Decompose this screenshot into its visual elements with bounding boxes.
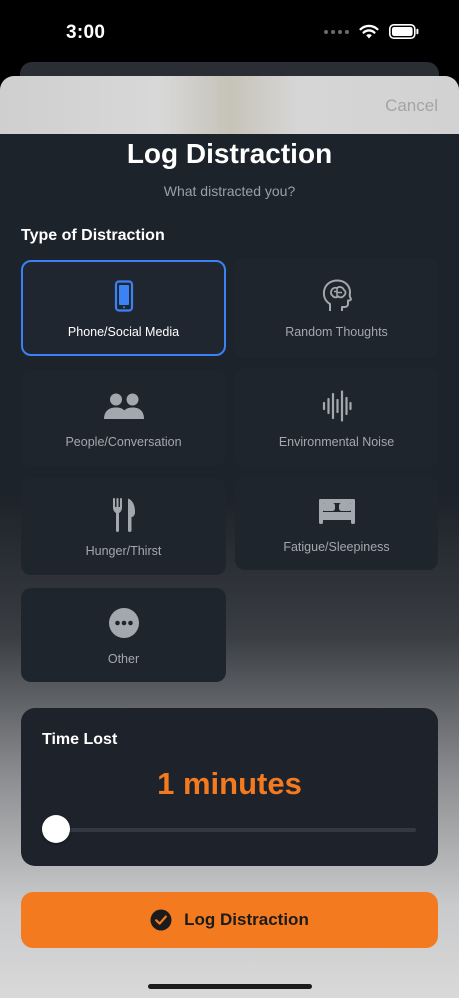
wifi-icon	[359, 24, 379, 39]
status-icons	[324, 24, 419, 39]
time-lost-slider-track[interactable]	[43, 828, 416, 832]
option-label: Phone/Social Media	[67, 325, 180, 339]
bed-icon	[318, 492, 356, 530]
distraction-option-hunger-thirst[interactable]: Hunger/Thirst	[21, 478, 226, 575]
time-lost-card: Time Lost 1 minutes	[21, 708, 438, 866]
log-distraction-label: Log Distraction	[184, 910, 309, 929]
log-distraction-button[interactable]: Log Distraction	[21, 892, 438, 948]
distraction-option-environmental-noise[interactable]: Environmental Noise	[235, 368, 438, 468]
fork-knife-icon	[112, 496, 136, 534]
battery-icon	[389, 24, 419, 39]
time-lost-value: 1 minutes	[157, 766, 302, 801]
time-lost-label: Time Lost	[42, 731, 118, 748]
page-title: Log Distraction	[126, 138, 333, 169]
distraction-option-people-conversation[interactable]: People/Conversation	[21, 370, 226, 466]
people-icon	[103, 387, 145, 425]
phone-icon	[114, 277, 134, 315]
option-label: Random Thoughts	[285, 325, 388, 339]
distraction-option-fatigue-sleepiness[interactable]: Fatigue/Sleepiness	[235, 476, 438, 570]
distraction-type-label: Type of Distraction	[21, 227, 165, 244]
sheet-header: Cancel	[0, 76, 459, 134]
option-label: Fatigue/Sleepiness	[283, 540, 390, 554]
status-bar: 3:00	[0, 0, 459, 70]
cancel-button[interactable]: Cancel	[385, 96, 438, 116]
status-time: 3:00	[66, 22, 106, 43]
ellipsis-circle-icon	[108, 604, 140, 642]
checkmark-circle-icon	[150, 909, 172, 931]
log-distraction-sheet: Cancel Log Distraction What distracted y…	[0, 76, 459, 998]
distraction-option-random-thoughts[interactable]: Random Thoughts	[235, 258, 438, 358]
option-label: Hunger/Thirst	[85, 543, 162, 558]
waveform-icon	[322, 387, 352, 425]
home-indicator	[148, 984, 312, 989]
time-lost-slider-thumb[interactable]	[42, 815, 70, 843]
distraction-option-phone-social-media[interactable]: Phone/Social Media	[21, 260, 226, 356]
brain-head-icon	[321, 277, 353, 315]
cellular-signal-icon	[324, 29, 349, 34]
distraction-option-other[interactable]: Other	[21, 588, 226, 682]
option-label: People/Conversation	[65, 435, 182, 449]
page-subtitle: What distracted you?	[163, 183, 296, 199]
option-label: Other	[107, 652, 140, 666]
option-label: Environmental Noise	[278, 435, 395, 449]
